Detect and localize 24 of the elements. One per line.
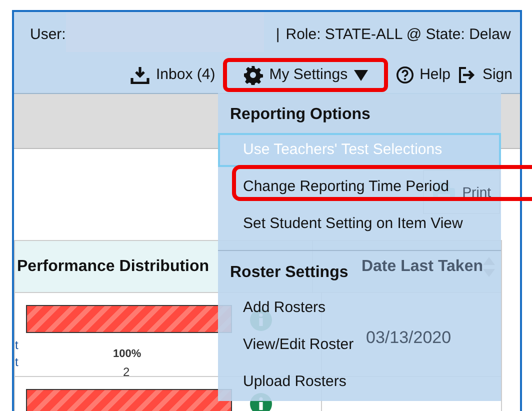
caret-icon <box>354 70 368 80</box>
role-text: Role: STATE-ALL @ State: Delaw <box>286 24 511 45</box>
menu-section-title: Roster Settings <box>229 263 348 283</box>
download-icon <box>130 66 150 84</box>
nav-item[interactable]: Help <box>392 58 454 92</box>
column-header: Performance Distribution <box>17 256 210 276</box>
help-icon <box>396 66 414 84</box>
row-label: t <box>15 337 18 354</box>
column-header: Date Last Taken <box>361 256 483 276</box>
percent-text: 100% <box>113 347 142 362</box>
nav-item[interactable]: Sign <box>454 58 516 92</box>
date-text: 03/13/2020 <box>366 327 452 349</box>
separator: | <box>276 24 280 45</box>
gear-icon <box>243 65 264 85</box>
user-label: User: <box>30 24 66 45</box>
row-label: t <box>15 354 18 371</box>
menu-item[interactable]: Upload Rosters <box>218 365 501 399</box>
count-text: 2 <box>123 364 130 381</box>
sign-out-icon <box>458 66 476 84</box>
nav-item[interactable]: Inbox (4) <box>126 58 220 92</box>
menu-item[interactable]: Set Student Setting on Item View <box>218 207 501 241</box>
menu-section-title: Reporting Options <box>229 105 370 125</box>
nav-item[interactable]: My Settings <box>223 58 388 92</box>
menu-item[interactable]: Add Rosters <box>218 291 501 325</box>
